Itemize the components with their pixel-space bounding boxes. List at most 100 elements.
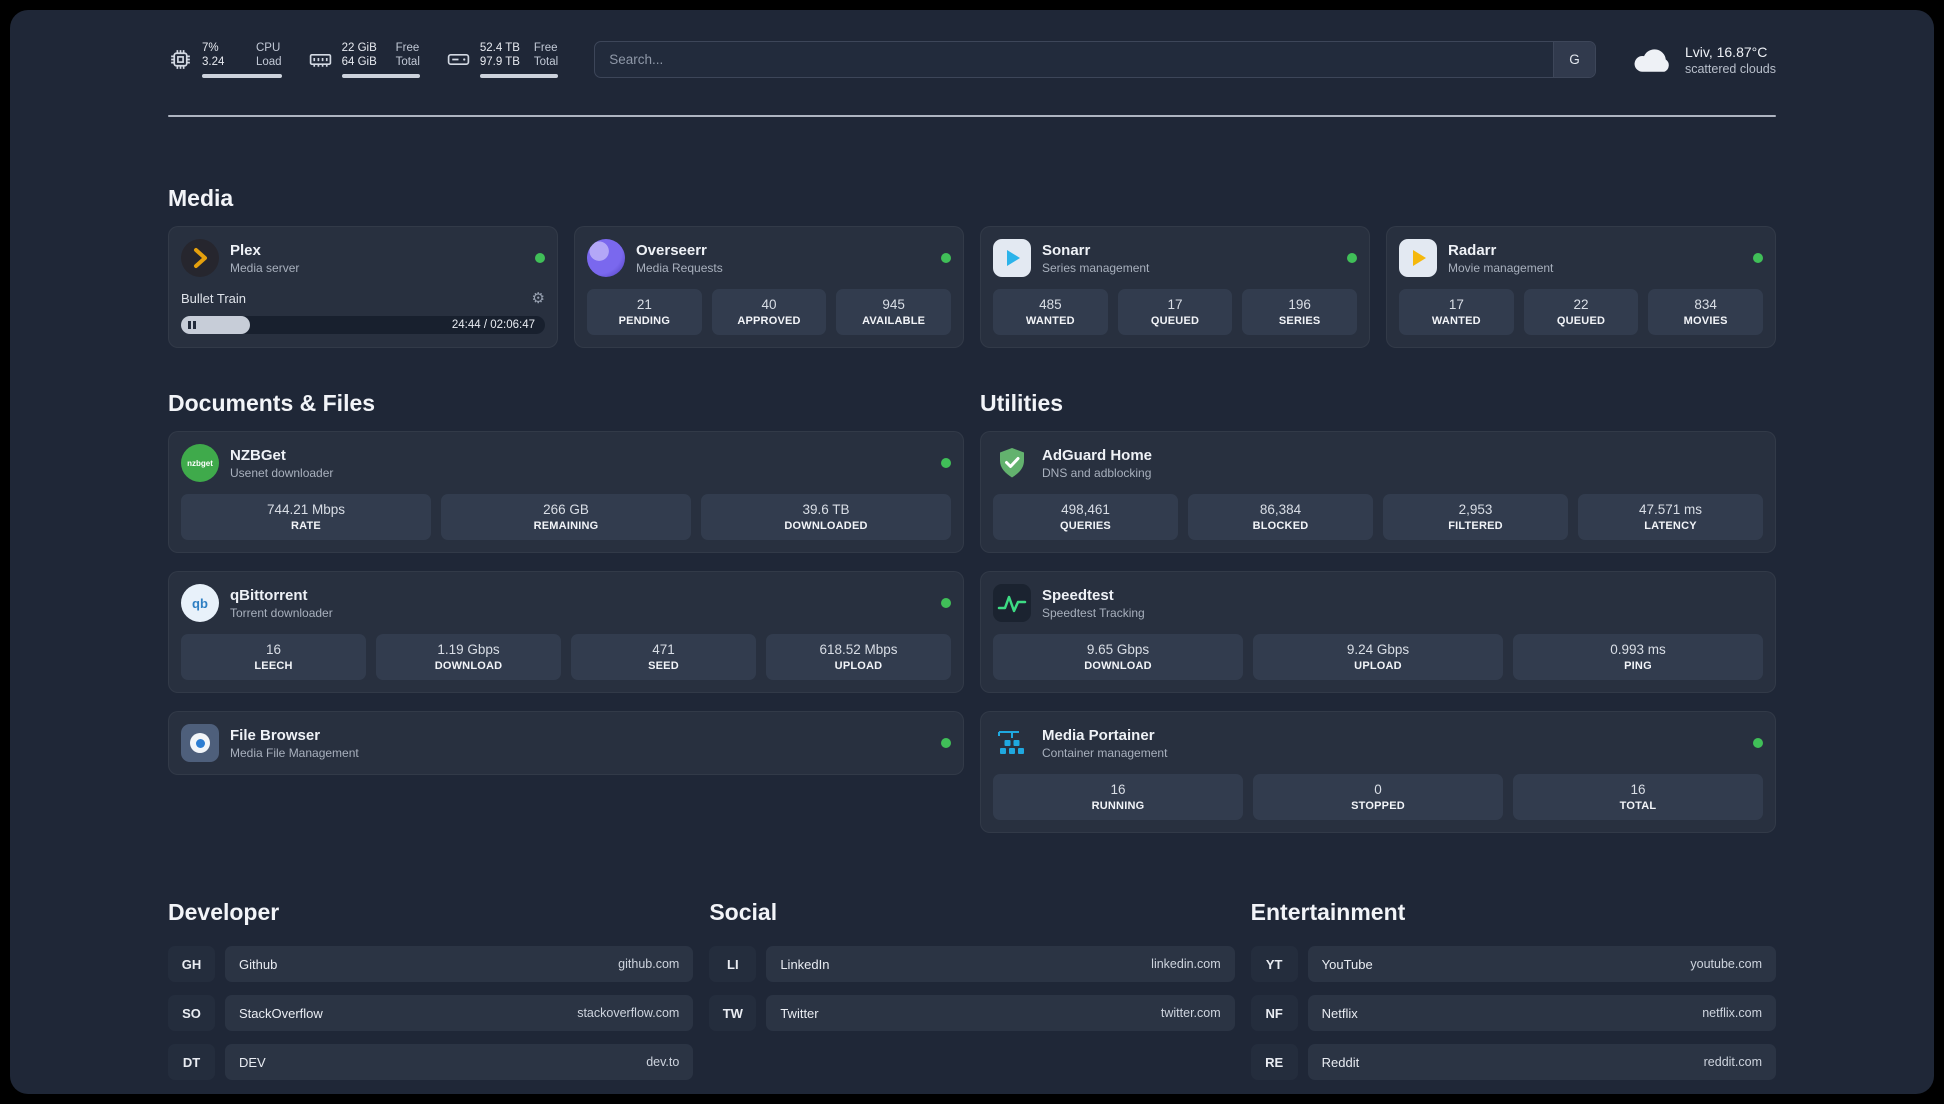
status-dot (535, 253, 545, 263)
bookmark-row-twitter[interactable]: TW Twitter twitter.com (709, 995, 1235, 1031)
bookmark-pill[interactable]: LinkedIn linkedin.com (766, 946, 1235, 982)
stat-label: SEED (648, 660, 679, 672)
app-meta: Media Portainer Container management (1042, 727, 1167, 760)
stat-label: DOWNLOAD (434, 660, 503, 672)
bookmark-pill[interactable]: Twitter twitter.com (766, 995, 1235, 1031)
app-card-nzbget: nzbget NZBGet Usenet downloader 744.21 M… (168, 431, 964, 553)
playback-time: 24:44 / 02:06:47 (451, 319, 535, 331)
bookmark-pill[interactable]: Reddit reddit.com (1307, 1044, 1776, 1080)
stat-blocked: 86,384 BLOCKED (1188, 494, 1373, 540)
app-overseerr[interactable]: Overseerr Media Requests (587, 239, 951, 277)
bookmark-row-stackoverflow[interactable]: SO StackOverflow stackoverflow.com (168, 995, 694, 1031)
status-dot (941, 598, 951, 608)
ram-total-label: Total (395, 56, 420, 68)
stat-queued: 17 QUEUED (1117, 289, 1233, 335)
bookmark-row-dev[interactable]: DT DEV dev.to (168, 1044, 694, 1080)
stat-label: BLOCKED (1252, 520, 1309, 532)
weather-location: Lviv, 16.87°C (1684, 43, 1768, 60)
app-speedtest[interactable]: Speedtest Speedtest Tracking (993, 584, 1763, 622)
app-subtitle: Torrent downloader (230, 605, 333, 620)
section-title-utilities: Utilities (980, 390, 1064, 416)
cloud-icon (1634, 49, 1669, 72)
stat-label: LATENCY (1644, 520, 1697, 532)
app-meta: Radarr Movie management (1448, 242, 1553, 275)
stat-tiles: 21 PENDING 40 APPROVED 945 AVAILABLE (587, 289, 952, 335)
section-media: Media Plex Media server Bullet Train ⚙︎ (168, 185, 1776, 348)
disk-progress-bar (479, 74, 559, 78)
ram-icon (309, 53, 331, 67)
stat-value: 618.52 Mbps (819, 642, 898, 657)
stat-label: QUERIES (1060, 520, 1111, 532)
app-subtitle: Container management (1042, 745, 1168, 760)
middle-columns: Documents & Files nzbget NZBGet Usenet d… (168, 390, 1776, 833)
bookmark-row-youtube[interactable]: YT YouTube youtube.com (1250, 946, 1776, 982)
app-adguard[interactable]: AdGuard Home DNS and adblocking (993, 444, 1763, 482)
search-input[interactable] (595, 42, 1553, 77)
stat-queries: 498,461 QUERIES (993, 494, 1178, 540)
stat-value: 9.24 Gbps (1346, 642, 1410, 657)
app-meta: Plex Media server (230, 242, 299, 275)
ram-total-value: 64 GiB (341, 56, 377, 68)
bookmark-row-netflix[interactable]: NF Netflix netflix.com (1250, 995, 1776, 1031)
bookmark-row-linkedin[interactable]: LI LinkedIn linkedin.com (709, 946, 1235, 982)
stat-approved: 40 APPROVED (711, 289, 827, 335)
app-nzbget[interactable]: nzbget NZBGet Usenet downloader (181, 444, 951, 482)
bookmark-pill[interactable]: Netflix netflix.com (1307, 995, 1776, 1031)
bookmark-columns: Developer GH Github github.com SO StackO… (168, 899, 1776, 1080)
disk-total-label: Total (533, 56, 559, 68)
media-progress-bar[interactable]: 24:44 / 02:06:47 (181, 316, 545, 334)
bookmark-pill[interactable]: DEV dev.to (225, 1044, 694, 1080)
ram-free-label: Free (395, 42, 420, 54)
bookmark-name: Github (239, 956, 278, 972)
app-radarr[interactable]: Radarr Movie management (1399, 239, 1763, 277)
app-meta: Sonarr Series management (1042, 242, 1149, 275)
app-meta: Overseerr Media Requests (636, 242, 723, 275)
stat-value: 266 GB (543, 502, 589, 517)
app-qbittorrent[interactable]: qb qBittorrent Torrent downloader (181, 584, 951, 622)
search-engine-button[interactable]: G (1552, 42, 1595, 77)
stat-value: 498,461 (1061, 502, 1110, 517)
cpu-load-label: Load (256, 56, 282, 68)
app-name: Plex (230, 241, 261, 259)
app-plex[interactable]: Plex Media server (181, 239, 545, 277)
bookmark-pill[interactable]: Github github.com (225, 946, 694, 982)
qbittorrent-icon: qb (181, 584, 219, 622)
stat-tiles: 485 WANTED 17 QUEUED 196 SERIES (993, 289, 1358, 335)
disk-total-value: 97.9 TB (479, 56, 520, 68)
status-dot (1753, 738, 1763, 748)
settings-gear-icon[interactable]: ⚙︎ (532, 289, 545, 307)
bookmark-row-reddit[interactable]: RE Reddit reddit.com (1250, 1044, 1776, 1080)
stat-value: 16 (1110, 782, 1126, 797)
app-name: Speedtest (1042, 586, 1114, 604)
bookmark-pill[interactable]: StackOverflow stackoverflow.com (225, 995, 694, 1031)
bookmark-name: LinkedIn (780, 956, 830, 972)
stat-download: 9.65 Gbps DOWNLOAD (993, 634, 1243, 680)
cpu-readout: 7% 3.24 CPU Load (202, 41, 282, 78)
stat-label: REMAINING (533, 520, 599, 532)
top-bar: 7% 3.24 CPU Load 22 GiB 64 GiB Free Tota… (168, 41, 1776, 78)
disk-icon (447, 53, 470, 66)
app-meta: qBittorrent Torrent downloader (230, 587, 333, 620)
nzbget-icon-text: nzbget (187, 458, 213, 468)
app-card-overseerr: Overseerr Media Requests 21 PENDING 40 A… (574, 226, 964, 348)
bookmark-url: github.com (618, 957, 680, 971)
radarr-icon (1399, 239, 1437, 277)
section-social: Social LI LinkedIn linkedin.com TW Twitt… (709, 899, 1235, 1080)
pause-icon[interactable] (188, 321, 196, 329)
cpu-icon (171, 50, 190, 69)
app-sonarr[interactable]: Sonarr Series management (993, 239, 1357, 277)
bookmark-url: linkedin.com (1151, 957, 1221, 971)
weather-text: Lviv, 16.87°C scattered clouds (1685, 44, 1776, 76)
bookmark-row-github[interactable]: GH Github github.com (168, 946, 694, 982)
search-bar: G (594, 41, 1596, 78)
app-card-speedtest: Speedtest Speedtest Tracking 9.65 Gbps D… (980, 571, 1776, 693)
app-meta: File Browser Media File Management (230, 727, 359, 760)
bookmark-name: StackOverflow (239, 1005, 323, 1021)
stat-leech: 16 LEECH (181, 634, 366, 680)
app-portainer[interactable]: Media Portainer Container management (993, 724, 1763, 762)
bookmark-pill[interactable]: YouTube youtube.com (1307, 946, 1776, 982)
app-filebrowser[interactable]: File Browser Media File Management (181, 724, 951, 762)
section-title-documents: Documents & Files (168, 390, 376, 416)
stat-value: 945 (882, 297, 905, 312)
status-dot (941, 738, 951, 748)
